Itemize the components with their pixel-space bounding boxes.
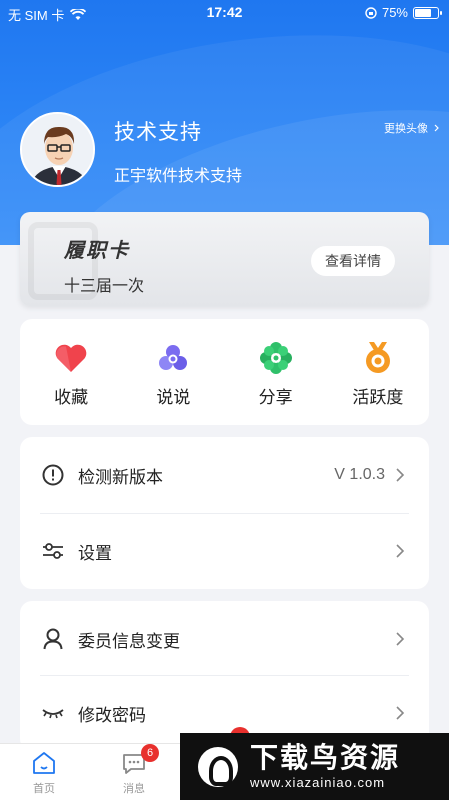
card-title: 履职卡: [64, 240, 130, 262]
eye-closed-icon: [42, 702, 64, 724]
quick-action-favorites[interactable]: 收藏: [20, 319, 122, 425]
quick-action-label: 活跃度: [352, 388, 404, 407]
quick-actions-panel: 收藏 说说 分享 活跃度: [20, 319, 429, 425]
tab-messages[interactable]: 6 消息: [104, 744, 164, 796]
home-icon: [31, 750, 57, 776]
profile-name: 技术支持: [114, 121, 202, 144]
quick-action-talk[interactable]: 说说: [122, 319, 224, 425]
version-value: V 1.0.3: [334, 466, 385, 483]
tab-label: 消息: [123, 783, 145, 795]
menu-item-label: 检测新版本: [78, 467, 163, 487]
avatar-illustration: [22, 114, 93, 185]
menu-group-system: 检测新版本 V 1.0.3 设置: [20, 437, 429, 589]
change-avatar-label: 更换头像: [384, 123, 428, 135]
chevron-right-icon: [396, 632, 405, 646]
user-icon: [42, 628, 64, 650]
quick-action-label: 收藏: [54, 388, 89, 407]
view-details-button[interactable]: 查看详情: [311, 246, 395, 276]
tab-home[interactable]: 首页: [14, 750, 74, 796]
menu-item-check-update[interactable]: 检测新版本 V 1.0.3: [20, 437, 429, 513]
heart-icon: [54, 341, 88, 375]
chevron-right-icon: [396, 468, 405, 482]
battery-icon: [413, 6, 442, 19]
menu-item-label: 委员信息变更: [78, 631, 180, 651]
message-icon: 6: [121, 744, 159, 776]
share-flower-icon: [259, 341, 293, 375]
watermark-url: www.xiazainiao.com: [250, 775, 386, 790]
chevron-right-icon: [434, 124, 439, 132]
menu-item-label: 修改密码: [78, 705, 146, 725]
chat-bubbles-icon: [156, 341, 190, 375]
info-circle-icon: [42, 464, 64, 486]
chevron-right-icon: [396, 544, 405, 558]
menu-item-label: 设置: [78, 543, 112, 563]
card-subtitle: 十三届一次: [64, 278, 145, 295]
menu-group-account: 委员信息变更 修改密码: [20, 601, 429, 751]
quick-action-label: 分享: [258, 388, 293, 407]
watermark-logo: 下载鸟资源 www.xiazainiao.com: [180, 733, 449, 800]
status-bar: 无 SIM 卡 17:42 75%: [0, 0, 449, 26]
quick-action-label: 说说: [156, 388, 191, 407]
change-avatar-link[interactable]: 更换头像: [384, 120, 439, 136]
watermark-title: 下载鸟资源: [250, 742, 401, 773]
duty-card[interactable]: 履职卡 十三届一次 查看详情: [20, 212, 429, 306]
profile-section: 技术支持 正宇软件技术支持 更换头像: [20, 112, 439, 192]
sliders-icon: [42, 540, 64, 562]
avatar[interactable]: [20, 112, 95, 187]
messages-badge: 6: [141, 744, 159, 762]
medal-icon: [361, 341, 395, 375]
battery-percent: 75%: [381, 5, 408, 20]
chevron-right-icon: [396, 706, 405, 720]
tab-label: 首页: [33, 783, 55, 795]
rotation-lock-icon: [365, 6, 377, 19]
menu-item-member-info[interactable]: 委员信息变更: [20, 601, 429, 677]
bird-logo-icon: [198, 746, 238, 787]
profile-description: 正宇软件技术支持: [114, 168, 243, 185]
quick-action-activity[interactable]: 活跃度: [327, 319, 429, 425]
quick-action-share[interactable]: 分享: [225, 319, 327, 425]
menu-item-settings[interactable]: 设置: [20, 513, 429, 589]
